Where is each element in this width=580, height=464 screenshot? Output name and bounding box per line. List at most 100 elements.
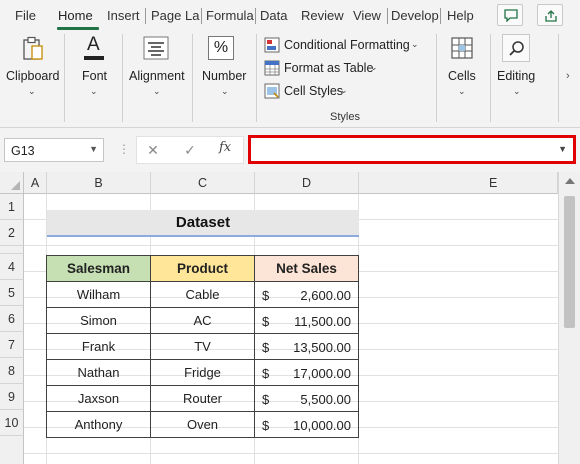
enter-check-icon[interactable]: ✓	[178, 138, 202, 162]
tab-page-layout[interactable]: Page La	[151, 8, 199, 23]
clipboard-group[interactable]: Clipboard ⌄	[0, 30, 64, 128]
select-all-button[interactable]	[0, 172, 24, 194]
cell-product[interactable]: Fridge	[150, 359, 255, 386]
cell-net-sales[interactable]: $10,000.00	[254, 411, 359, 438]
cell-net-sales[interactable]: $13,500.00	[254, 333, 359, 360]
chevron-down-icon: ⌄	[28, 86, 36, 96]
align-icon	[143, 36, 169, 60]
font-color-icon: A	[82, 34, 106, 62]
row-header-6[interactable]: 6	[0, 306, 24, 332]
cell-product[interactable]: AC	[150, 307, 255, 334]
format-as-table-button[interactable]: Format as Table ⌄	[264, 58, 384, 78]
formula-input[interactable]: ▼	[248, 135, 576, 164]
scrollbar-thumb[interactable]	[564, 196, 575, 328]
table-row: Anthony Oven $10,000.00	[46, 411, 359, 438]
tab-separator	[440, 8, 441, 24]
editing-label: Editing	[497, 69, 536, 83]
table-icon	[264, 60, 280, 76]
tab-formulas[interactable]: Formula	[206, 8, 254, 23]
cell-net-sales[interactable]: $11,500.00	[254, 307, 359, 334]
search-icon	[509, 41, 524, 56]
cell-salesman[interactable]: Simon	[46, 307, 151, 334]
tab-home[interactable]: Home	[58, 8, 93, 23]
ribbon-divider	[122, 34, 123, 122]
row-header-8[interactable]: 8	[0, 358, 24, 384]
tab-view[interactable]: View	[353, 8, 381, 23]
ribbon-divider	[64, 34, 65, 122]
tab-review[interactable]: Review	[301, 8, 344, 23]
row-header-5[interactable]: 5	[0, 280, 24, 306]
ribbon-scroll-right-icon[interactable]: ›	[566, 70, 570, 82]
currency-symbol: $	[262, 314, 270, 329]
editing-group[interactable]: Editing ⌄	[492, 30, 542, 128]
chevron-down-icon[interactable]: ▼	[89, 144, 98, 154]
font-group[interactable]: A Font ⌄	[66, 30, 122, 128]
conditional-formatting-button[interactable]: Conditional Formatting ⌄	[264, 35, 424, 55]
column-header-d[interactable]: D	[255, 172, 359, 194]
cell-product[interactable]: Router	[150, 385, 255, 412]
expand-formula-icon[interactable]: ▼	[558, 144, 567, 154]
row-header-3[interactable]: 3	[0, 246, 24, 254]
row-header-9[interactable]: 9	[0, 384, 24, 410]
percent-icon: %	[208, 36, 234, 60]
ribbon-divider	[256, 34, 257, 122]
header-product[interactable]: Product	[150, 255, 255, 282]
row-header-10[interactable]: 10	[0, 410, 24, 436]
cell-styles-button[interactable]: Cell Styles ⌄	[264, 81, 354, 101]
share-button[interactable]	[537, 4, 563, 26]
table-row: Nathan Fridge $17,000.00	[46, 359, 359, 386]
column-header-c[interactable]: C	[151, 172, 255, 194]
sheet-title[interactable]: Dataset	[47, 210, 359, 237]
cell-product[interactable]: Cable	[150, 281, 255, 308]
styles-group-label: Styles	[330, 111, 360, 123]
cells-group[interactable]: Cells ⌄	[440, 30, 486, 128]
column-header-a[interactable]: A	[24, 172, 47, 194]
editing-icon-frame	[502, 34, 530, 62]
clipboard-label: Clipboard	[6, 69, 60, 83]
name-box[interactable]: G13 ▼	[4, 138, 104, 162]
tab-developer[interactable]: Develop	[391, 8, 439, 23]
scroll-up-icon[interactable]	[565, 178, 575, 184]
ribbon: Clipboard ⌄ A Font ⌄ Alignment ⌄ % Numbe…	[0, 30, 580, 128]
cancel-icon[interactable]: ✕	[141, 138, 165, 162]
cell-salesman[interactable]: Nathan	[46, 359, 151, 386]
row-header-4[interactable]: 4	[0, 254, 24, 280]
tab-help[interactable]: Help	[447, 8, 474, 23]
cell-salesman[interactable]: Anthony	[46, 411, 151, 438]
tab-insert[interactable]: Insert	[107, 8, 140, 23]
cell-salesman[interactable]: Wilham	[46, 281, 151, 308]
vertical-scrollbar[interactable]	[558, 172, 580, 464]
cell-net-sales[interactable]: $5,500.00	[254, 385, 359, 412]
formula-bar-grip-icon[interactable]: ⋮	[118, 142, 130, 156]
table-row: Wilham Cable $2,600.00	[46, 281, 359, 308]
column-header-e[interactable]: E	[359, 172, 558, 194]
chevron-down-icon: ⌄	[153, 86, 161, 96]
insert-function-icon[interactable]: fx	[219, 140, 231, 155]
row-header-1[interactable]: 1	[0, 194, 24, 220]
number-label: Number	[202, 69, 247, 83]
number-group[interactable]: % Number ⌄	[194, 30, 254, 128]
cell-product[interactable]: Oven	[150, 411, 255, 438]
column-header-b[interactable]: B	[47, 172, 151, 194]
header-salesman[interactable]: Salesman	[46, 255, 151, 282]
ribbon-divider	[490, 34, 491, 122]
cell-salesman[interactable]: Frank	[46, 333, 151, 360]
worksheet-grid[interactable]: A B C D E 1 2 3 4 5 6 7 8 9 10 Dataset S…	[0, 172, 558, 464]
cell-salesman[interactable]: Jaxson	[46, 385, 151, 412]
gridline	[24, 245, 558, 246]
cell-product[interactable]: TV	[150, 333, 255, 360]
row-header-7[interactable]: 7	[0, 332, 24, 358]
alignment-group[interactable]: Alignment ⌄	[124, 30, 190, 128]
net-sales-value: 5,500.00	[300, 392, 351, 407]
header-net-sales[interactable]: Net Sales	[254, 255, 359, 282]
comments-button[interactable]	[497, 4, 523, 26]
chevron-down-icon: ⌄	[458, 86, 466, 96]
cell-net-sales[interactable]: $2,600.00	[254, 281, 359, 308]
currency-symbol: $	[262, 418, 270, 433]
row-header-2[interactable]: 2	[0, 220, 24, 246]
ribbon-divider	[436, 34, 437, 122]
cell-net-sales[interactable]: $17,000.00	[254, 359, 359, 386]
tab-file[interactable]: File	[15, 8, 36, 23]
tab-separator	[387, 8, 388, 24]
tab-data[interactable]: Data	[260, 8, 287, 23]
